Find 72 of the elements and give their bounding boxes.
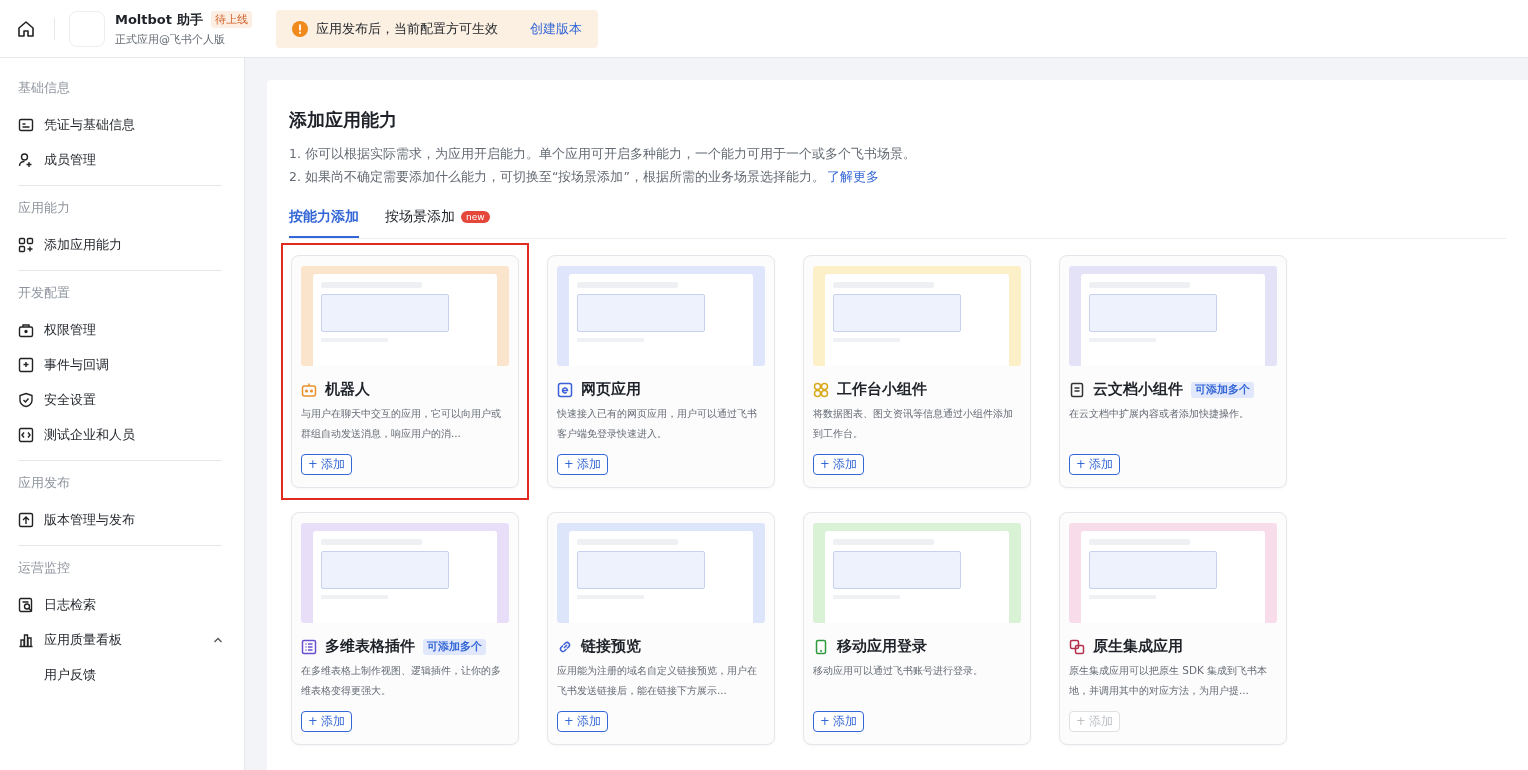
robot-icon (301, 381, 317, 398)
sidebar-group-title: 开发配置 (18, 285, 71, 302)
home-icon[interactable] (16, 18, 36, 39)
chart-icon (18, 631, 34, 648)
sidebar-item[interactable]: 凭证与基础信息 (18, 107, 224, 142)
sidebar-item[interactable]: 添加应用能力 (18, 227, 224, 262)
log-icon (18, 596, 34, 613)
card-description: 移动应用可以通过飞书账号进行登录。 (813, 663, 984, 678)
add-button[interactable]: + 添加 (301, 711, 353, 732)
card-description: 快速接入已有的网页应用，用户可以通过飞书客户端免登录快速进入。 (557, 406, 758, 441)
sidebar-item[interactable]: 成员管理 (18, 142, 224, 177)
add-button[interactable]: + 添加 (301, 454, 353, 475)
app-subtitle: 正式应用@飞书个人版 (115, 31, 226, 47)
page-title: 添加应用能力 (289, 108, 398, 132)
mobile-icon (813, 638, 829, 655)
multi-add-tag: 可添加多个 (1191, 381, 1254, 398)
card-title: 多维表格插件 (325, 637, 415, 656)
card-icon (18, 116, 34, 133)
shield-icon (18, 391, 34, 408)
sidebar-item[interactable]: 日志检索 (18, 587, 224, 622)
card-title: 网页应用 (581, 380, 641, 399)
add-button[interactable]: + 添加 (557, 711, 609, 732)
card-description: 在云文档中扩展内容或者添加快捷操作。 (1069, 406, 1250, 421)
card-description: 原生集成应用可以把原生 SDK 集成到飞书本地，并调用其中的对应方法，为用户提... (1069, 663, 1269, 698)
sidebar-item[interactable]: 测试企业和人员 (18, 417, 224, 452)
upload-icon (18, 511, 34, 528)
tab[interactable]: 按能力添加 (289, 208, 359, 238)
add-button[interactable]: + 添加 (813, 454, 865, 475)
instruction-text: 1. 你可以根据实际需求，为应用开启能力。单个应用可开启多种能力，一个能力可用于一个或多个飞书场景。 (289, 146, 917, 163)
sidebar-item[interactable]: 版本管理与发布 (18, 502, 224, 537)
lock-icon (18, 321, 34, 338)
sidebar-item[interactable]: 事件与回调 (18, 347, 224, 382)
card-title: 原生集成应用 (1093, 637, 1183, 656)
card-description: 应用能为注册的域名自定义链接预览，用户在飞书发送链接后，能在链接下方展示... (557, 663, 758, 698)
card-title: 机器人 (325, 380, 370, 399)
status-badge: 待上线 (210, 11, 252, 28)
new-badge: new (461, 211, 490, 223)
sidebar-group-title: 应用发布 (18, 475, 71, 492)
card-description: 将数据图表、图文资讯等信息通过小组件添加到工作台。 (813, 406, 1014, 441)
sidebar-item[interactable]: 安全设置 (18, 382, 224, 417)
notice-text: 应用发布后，当前配置方可生效 (315, 19, 498, 38)
sidebar-item[interactable]: 应用质量看板 (18, 622, 224, 657)
warning-icon (291, 20, 308, 37)
add-button[interactable]: + 添加 (557, 454, 609, 475)
table-icon (301, 638, 317, 655)
user-add-icon (18, 151, 34, 168)
card-title: 移动应用登录 (837, 637, 927, 656)
native-icon (1069, 638, 1085, 655)
grid-add-icon (18, 236, 34, 253)
sidebar-item[interactable]: 权限管理 (18, 312, 224, 347)
add-button[interactable]: + 添加 (813, 711, 865, 732)
card-title: 工作台小组件 (837, 380, 927, 399)
widget-icon (813, 381, 829, 398)
card-description: 与用户在聊天中交互的应用，它可以向用户或群组自动发送消息，响应用户的消... (301, 406, 502, 441)
sidebar-subitem[interactable]: 用户反馈 (18, 657, 224, 692)
web-icon (557, 381, 573, 398)
sidebar-group-title: 运营监控 (18, 560, 71, 577)
add-button[interactable]: + 添加 (1069, 454, 1121, 475)
event-icon (18, 356, 34, 373)
app-name: Moltbot 助手 (115, 10, 203, 29)
doc-icon (1069, 381, 1085, 398)
learn-more-link[interactable]: 了解更多 (826, 169, 879, 184)
tab[interactable]: 按场景添加 new (385, 208, 490, 238)
card-description: 在多维表格上制作视图、逻辑插件，让你的多维表格变得更强大。 (301, 663, 502, 698)
card-title: 云文档小组件 (1093, 380, 1183, 399)
multi-add-tag: 可添加多个 (423, 638, 486, 655)
card-title: 链接预览 (581, 637, 641, 656)
sidebar-group-title: 基础信息 (18, 80, 71, 97)
code-icon (18, 426, 34, 443)
create-version-link[interactable]: 创建版本 (529, 19, 582, 38)
sidebar-group-title: 应用能力 (18, 200, 71, 217)
instruction-text: 2. 如果尚不确定需要添加什么能力，可切换至“按场景添加”，根据所需的业务场景选择能力。 了解更多 (289, 169, 880, 186)
